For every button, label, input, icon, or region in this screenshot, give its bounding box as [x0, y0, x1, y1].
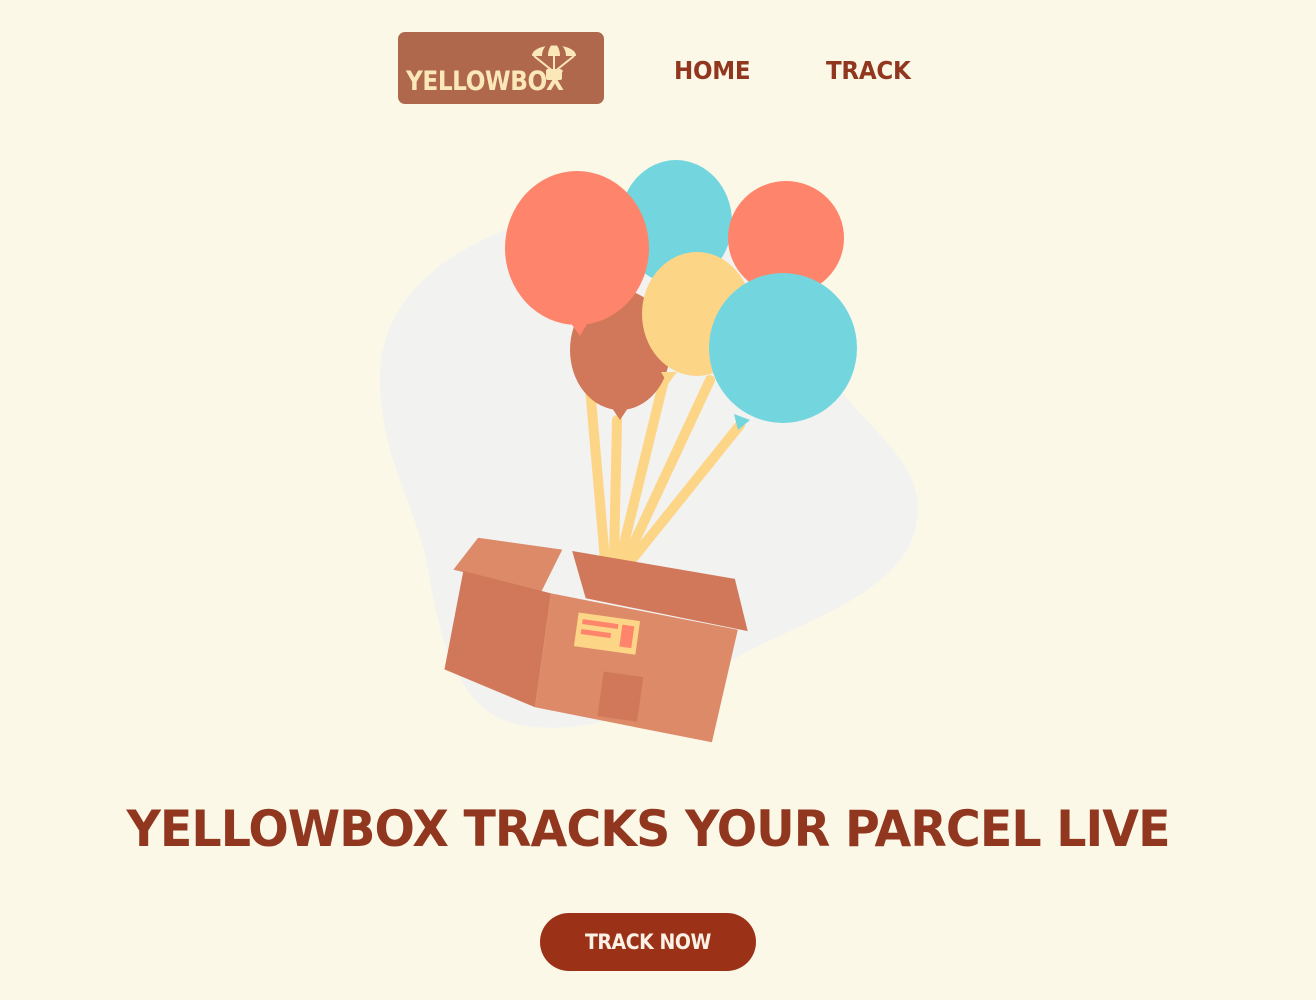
hero-headline-text: YELLOWBOX TRACKS YOUR PARCEL LIVE [126, 800, 1170, 858]
track-now-button[interactable]: TRACK NOW [540, 913, 756, 971]
track-now-label: TRACK NOW [585, 930, 711, 954]
hero-headline: YELLOWBOX TRACKS YOUR PARCEL LIVE [0, 800, 1296, 858]
landing-page: YELLOWBOX HOME TRACK YELLOWBOX TRACKS YO… [0, 0, 1316, 1000]
hero-illustration [380, 160, 918, 743]
